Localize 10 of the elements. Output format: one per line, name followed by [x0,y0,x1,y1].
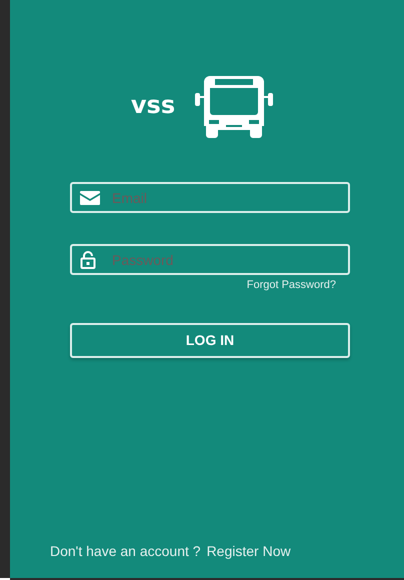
login-button[interactable]: LOG IN [70,323,350,358]
bus-icon [195,76,274,138]
register-link[interactable]: Register Now [206,541,291,562]
forgot-password-link[interactable]: Forgot Password? [246,277,336,306]
mail-icon [80,190,100,204]
password-field[interactable]: Password [70,244,350,275]
email-field[interactable]: Email [70,182,350,213]
logo-text: vss [130,93,176,117]
account-prompt: Don't have an account ? [50,542,201,561]
lock-icon [80,250,96,268]
